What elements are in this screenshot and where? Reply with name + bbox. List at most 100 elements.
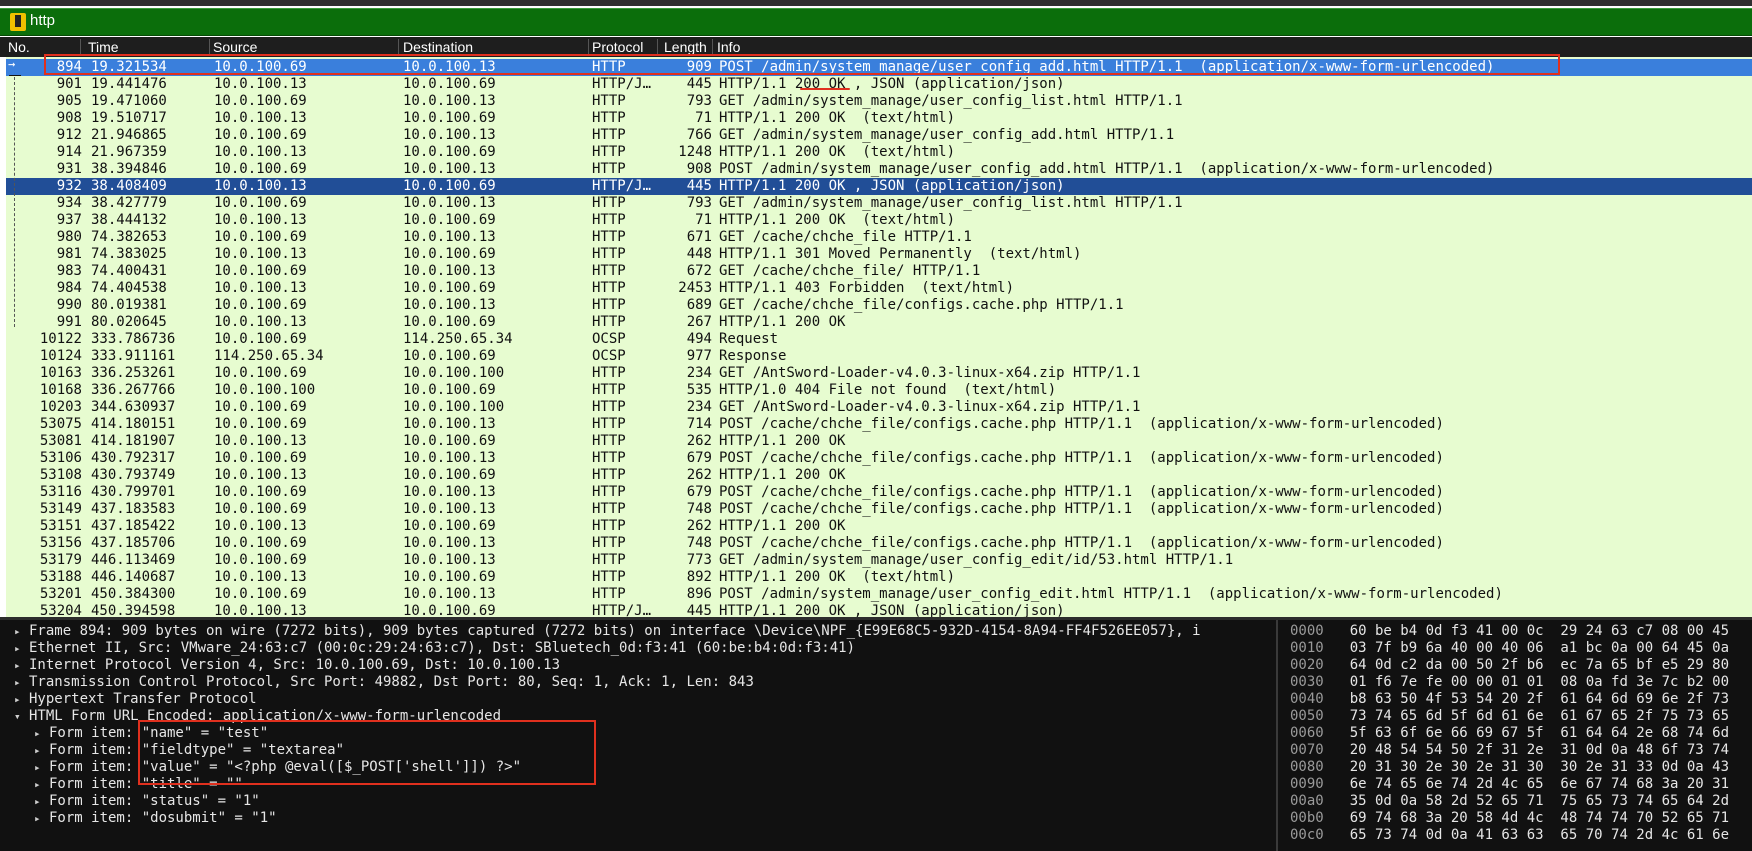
packet-row[interactable]: 901 19.441476 10.0.100.13 10.0.100.69 HTTP/J… (6, 76, 1752, 93)
detail-tree-label: Form item: "dosubmit" = "1" (49, 810, 277, 826)
packet-row[interactable]: 53149 437.183583 10.0.100.69 10.0.100.13 HTT… (6, 501, 1752, 518)
packet-row[interactable]: 10168 336.267766 10.0.100.100 10.0.100.69 HT… (6, 382, 1752, 399)
packet-bytes-pane[interactable]: 0000 60 be b4 0d f3 41 00 0c 29 24 63 c7 … (1278, 620, 1752, 851)
packet-row[interactable]: 53075 414.180151 10.0.100.69 10.0.100.13 HTT… (6, 416, 1752, 433)
hex-row[interactable]: 0090 6e 74 65 6e 74 2d 4c 65 6e 67 74 68 … (1290, 776, 1729, 793)
hex-row[interactable]: 00c0 65 73 74 0d 0a 41 63 63 65 70 74 2d … (1290, 827, 1729, 844)
hex-row[interactable]: 0060 5f 63 6f 6e 66 69 67 5f 61 64 64 2e … (1290, 725, 1729, 742)
packet-row[interactable]: 53106 430.792317 10.0.100.69 10.0.100.13 HTT… (6, 450, 1752, 467)
cell-length: 793 (686, 93, 712, 109)
packet-row[interactable]: 934 38.427779 10.0.100.69 10.0.100.13 HTTP 79… (6, 195, 1752, 212)
cell-protocol: OCSP (592, 331, 626, 347)
collapsed-arrow-icon[interactable]: ▸ (34, 725, 41, 742)
packet-row[interactable]: 912 21.946865 10.0.100.69 10.0.100.13 HTTP 76… (6, 127, 1752, 144)
bookmark-icon[interactable] (10, 13, 26, 31)
detail-tree-label: Hypertext Transfer Protocol (29, 691, 257, 707)
cell-length: 793 (686, 195, 712, 211)
cell-length: 714 (686, 416, 712, 432)
display-filter-input[interactable]: http (30, 12, 55, 29)
packet-row[interactable]: 53081 414.181907 10.0.100.13 10.0.100.69 HTT… (6, 433, 1752, 450)
packet-row[interactable]: 932 38.408409 10.0.100.13 10.0.100.69 HTTP/J… (6, 178, 1752, 195)
cell-length: 689 (686, 297, 712, 313)
packet-row[interactable]: 905 19.471060 10.0.100.69 10.0.100.13 HTTP 79… (6, 93, 1752, 110)
column-info[interactable]: Info (717, 39, 740, 55)
packet-row[interactable]: 983 74.400431 10.0.100.69 10.0.100.13 HTTP 67… (6, 263, 1752, 280)
column-no[interactable]: No. (8, 39, 30, 55)
packet-row[interactable]: 914 21.967359 10.0.100.13 10.0.100.69 HTTP 12… (6, 144, 1752, 161)
collapsed-arrow-icon[interactable]: ▸ (34, 776, 41, 793)
collapsed-arrow-icon[interactable]: ▸ (14, 691, 21, 708)
packet-row[interactable]: 53108 430.793749 10.0.100.13 10.0.100.69 HTT… (6, 467, 1752, 484)
packet-row[interactable]: 990 80.019381 10.0.100.69 10.0.100.13 HTTP 68… (6, 297, 1752, 314)
column-source[interactable]: Source (213, 39, 257, 55)
packet-row[interactable]: 984 74.404538 10.0.100.13 10.0.100.69 HTTP 24… (6, 280, 1752, 297)
detail-tree-item[interactable]: ▸ Transmission Control Protocol, Src Port… (0, 674, 1276, 691)
cell-time: 38.427779 (91, 195, 167, 211)
cell-length: 977 (686, 348, 712, 364)
detail-tree-item[interactable]: ▸ Form item: "dosubmit" = "1" (0, 810, 1276, 827)
hex-row[interactable]: 0080 20 31 30 2e 30 2e 31 30 30 2e 31 33 … (1290, 759, 1729, 776)
cell-no: 53156 (39, 535, 82, 551)
hex-row[interactable]: 00a0 35 0d 0a 58 2d 52 65 71 75 65 73 74 … (1290, 793, 1729, 810)
packet-row[interactable]: 53156 437.185706 10.0.100.69 10.0.100.13 HTT… (6, 535, 1752, 552)
packet-row[interactable]: 53179 446.113469 10.0.100.69 10.0.100.13 HTT… (6, 552, 1752, 569)
hex-row[interactable]: 0050 73 74 65 6d 5f 6d 61 6e 61 67 65 2f … (1290, 708, 1729, 725)
cell-protocol: OCSP (592, 348, 626, 364)
packet-row[interactable]: 53204 450.394598 10.0.100.13 10.0.100.69 HTT… (6, 603, 1752, 617)
expanded-arrow-icon[interactable]: ▾ (14, 708, 21, 725)
hex-row[interactable]: 0070 20 48 54 54 50 2f 31 2e 31 0d 0a 48 … (1290, 742, 1729, 759)
display-filter-bar[interactable]: http (0, 8, 1752, 36)
collapsed-arrow-icon[interactable]: ▸ (14, 657, 21, 674)
hex-row[interactable]: 0040 b8 63 50 4f 53 54 20 2f 61 64 6d 69 … (1290, 691, 1729, 708)
cell-source: 10.0.100.13 (214, 518, 307, 534)
cell-no: 53204 (39, 603, 82, 617)
cell-length: 262 (686, 433, 712, 449)
collapsed-arrow-icon[interactable]: ▸ (14, 674, 21, 691)
detail-tree-item[interactable]: ▸ Frame 894: 909 bytes on wire (7272 bits… (0, 623, 1276, 640)
detail-tree-item[interactable]: ▸ Hypertext Transfer Protocol (0, 691, 1276, 708)
cell-protocol: HTTP (592, 280, 626, 296)
packet-row[interactable]: 10124 333.911161 114.250.65.34 10.0.100.69 O… (6, 348, 1752, 365)
cell-time: 437.183583 (91, 501, 176, 517)
packet-row[interactable]: 937 38.444132 10.0.100.13 10.0.100.69 HTTP 71… (6, 212, 1752, 229)
cell-source: 10.0.100.69 (214, 263, 307, 279)
column-length[interactable]: Length (664, 39, 707, 55)
cell-time: 21.946865 (91, 127, 167, 143)
cell-length: 262 (686, 518, 712, 534)
packet-row[interactable]: 931 38.394846 10.0.100.69 10.0.100.13 HTTP 90… (6, 161, 1752, 178)
collapsed-arrow-icon[interactable]: ▸ (34, 759, 41, 776)
packet-row[interactable]: 53201 450.384300 10.0.100.69 10.0.100.13 HTT… (6, 586, 1752, 603)
cell-destination: 10.0.100.13 (403, 161, 496, 177)
cell-destination: 10.0.100.13 (403, 535, 496, 551)
detail-tree-item[interactable]: ▸ Form item: "status" = "1" (0, 793, 1276, 810)
column-protocol[interactable]: Protocol (592, 39, 643, 55)
hex-row[interactable]: 0010 03 7f b9 6a 40 00 40 06 a1 bc 0a 00 … (1290, 640, 1729, 657)
cell-info: POST /cache/chche_file/configs.cache.php… (719, 450, 1444, 466)
hex-offset: 0000 (1290, 623, 1324, 639)
packet-row[interactable]: 53188 446.140687 10.0.100.13 10.0.100.69 HTT… (6, 569, 1752, 586)
cell-info: HTTP/1.1 200 OK , JSON (application/json… (719, 76, 1065, 92)
packet-row[interactable]: 53151 437.185422 10.0.100.13 10.0.100.69 HTT… (6, 518, 1752, 535)
detail-tree-item[interactable]: ▸ Ethernet II, Src: VMware_24:63:c7 (00:0… (0, 640, 1276, 657)
column-time[interactable]: Time (88, 39, 119, 55)
detail-tree-item[interactable]: ▸ Internet Protocol Version 4, Src: 10.0.… (0, 657, 1276, 674)
collapsed-arrow-icon[interactable]: ▸ (34, 742, 41, 759)
collapsed-arrow-icon[interactable]: ▸ (14, 623, 21, 640)
packet-row[interactable]: 991 80.020645 10.0.100.13 10.0.100.69 HTTP 26… (6, 314, 1752, 331)
collapsed-arrow-icon[interactable]: ▸ (34, 810, 41, 827)
packet-row[interactable]: 10203 344.630937 10.0.100.69 10.0.100.100 HT… (6, 399, 1752, 416)
hex-row[interactable]: 0020 64 0d c2 da 00 50 2f b6 ec 7a 65 bf … (1290, 657, 1729, 674)
packet-row[interactable]: 980 74.382653 10.0.100.69 10.0.100.13 HTTP 67… (6, 229, 1752, 246)
packet-list[interactable]: 894 19.321534 10.0.100.69 10.0.100.13 HTTP 90… (6, 57, 1752, 617)
collapsed-arrow-icon[interactable]: ▸ (14, 640, 21, 657)
hex-row[interactable]: 0030 01 f6 7e fe 00 00 01 01 08 0a fd 3e … (1290, 674, 1729, 691)
packet-row[interactable]: 10122 333.786736 10.0.100.69 114.250.65.34 O… (6, 331, 1752, 348)
packet-row[interactable]: 981 74.383025 10.0.100.13 10.0.100.69 HTTP 44… (6, 246, 1752, 263)
hex-row[interactable]: 0000 60 be b4 0d f3 41 00 0c 29 24 63 c7 … (1290, 623, 1729, 640)
packet-row[interactable]: 908 19.510717 10.0.100.13 10.0.100.69 HTTP 71… (6, 110, 1752, 127)
packet-row[interactable]: 53116 430.799701 10.0.100.69 10.0.100.13 HTT… (6, 484, 1752, 501)
column-destination[interactable]: Destination (403, 39, 473, 55)
hex-row[interactable]: 00b0 69 74 68 3a 20 58 4d 4c 48 74 74 70 … (1290, 810, 1729, 827)
packet-row[interactable]: 10163 336.253261 10.0.100.69 10.0.100.100 HT… (6, 365, 1752, 382)
collapsed-arrow-icon[interactable]: ▸ (34, 793, 41, 810)
